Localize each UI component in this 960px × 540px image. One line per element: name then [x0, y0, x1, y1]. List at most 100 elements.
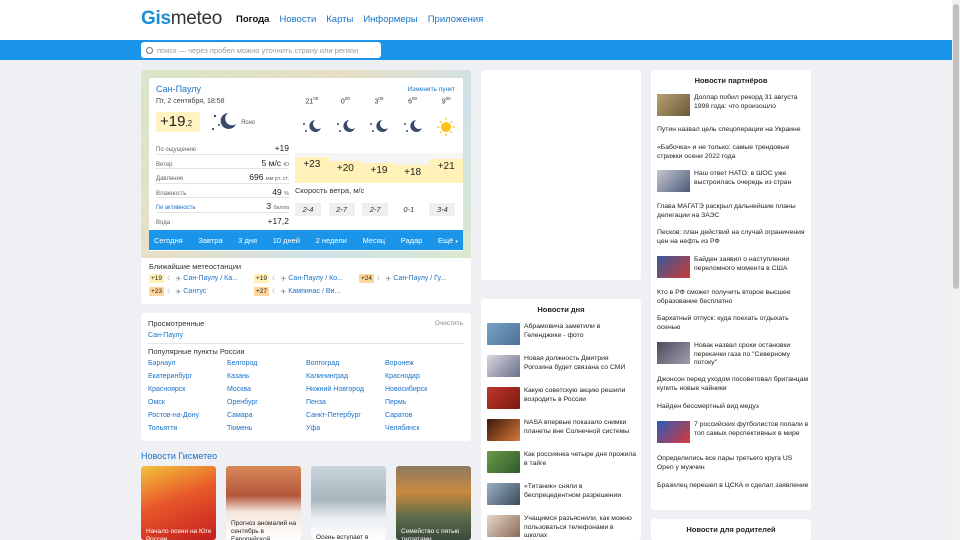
viewed-city[interactable]: Сан-Паулу — [148, 332, 183, 339]
param-wind: Ветер 5 м/с Ю — [156, 155, 289, 169]
city-link[interactable]: Саратов — [385, 412, 464, 425]
city-link[interactable]: Тольятти — [148, 425, 227, 438]
partner-news-item[interactable]: Наш ответ НАТО: в ШОС уже выстроилась оч… — [657, 170, 809, 192]
news-card[interactable]: Осень вступает в свои — [311, 466, 386, 540]
city-link[interactable]: Калининград — [306, 373, 385, 386]
partner-news-item[interactable]: Кто в РФ сможет получить второе высшее о… — [657, 289, 809, 306]
moon-icon: ☾ — [272, 276, 278, 282]
news-item[interactable]: NASA впервые показало снимки планеты вне… — [487, 419, 637, 443]
page-scrollbar[interactable] — [952, 0, 960, 540]
city-link[interactable]: Москва — [227, 386, 306, 399]
nav-informers[interactable]: Информеры — [363, 14, 417, 25]
station-item[interactable]: +27 ☾ ✈ Кампинас / Ви... — [254, 287, 359, 296]
weather-widget: Сан-Паулу Изменить пункт Пт, 2 сентября,… — [141, 70, 471, 304]
tab-3-days[interactable]: 3 дня — [238, 236, 257, 245]
news-thumbnail — [487, 451, 520, 473]
partner-news-item[interactable]: Бразилец перешел в ЦСКА и сделал заявлен… — [657, 482, 809, 491]
city-link[interactable]: Нижний Новгород — [306, 386, 385, 399]
clear-viewed-button[interactable]: Очистить — [435, 320, 463, 327]
partner-news-item[interactable]: 7 российских футболистов попали в топ са… — [657, 421, 809, 443]
station-item[interactable]: +24 ☾ ✈ Сан-Паулу / Гу... — [359, 274, 464, 283]
city-name[interactable]: Сан-Паулу — [156, 84, 201, 94]
forecast-temp: +19 — [362, 163, 396, 183]
search-input[interactable]: поиск — через пробел можно уточнить стра… — [141, 42, 381, 58]
city-link[interactable]: Воронеж — [385, 360, 464, 373]
tab-tomorrow[interactable]: Завтра — [198, 236, 222, 245]
stations-row: +19 ☾ ✈ Сан-Паулу / Ка... +19 ☾ ✈ Сан-Паулу / … — [149, 274, 464, 283]
city-link[interactable]: Омск — [148, 399, 227, 412]
nav-apps[interactable]: Приложения — [428, 14, 484, 25]
forecast-time: 900 — [441, 96, 451, 106]
station-item[interactable]: +23 ☾ ✈ Сантус — [149, 287, 254, 296]
wind-value: 2-7 — [328, 203, 355, 216]
city-link[interactable]: Красноярск — [148, 386, 227, 399]
partner-news-item[interactable]: Джонсон перед уходом посоветовал британц… — [657, 376, 809, 393]
city-link[interactable]: Новосибирск — [385, 386, 464, 399]
change-location-link[interactable]: Изменить пункт — [408, 86, 455, 93]
nav-weather[interactable]: Погода — [236, 14, 269, 25]
news-item[interactable]: Абрамовича заметили в Геленджике - фото — [487, 323, 637, 347]
partner-news-title: Новости партнёров — [694, 76, 768, 85]
city-link[interactable]: Пенза — [306, 399, 385, 412]
forecast-temp: +20 — [328, 161, 363, 183]
tab-2-weeks[interactable]: 2 недели — [316, 236, 347, 245]
partner-news-item[interactable]: Байден заявил о наступлении переломного … — [657, 256, 809, 278]
news-card[interactable]: Прогноз аномалий на сентябрь в Европейск… — [226, 466, 301, 540]
partner-news-item[interactable]: Новак назвал сроки остановки перекачки г… — [657, 342, 809, 368]
tab-more[interactable]: Ещё ▾ — [438, 236, 458, 245]
city-link[interactable]: Самара — [227, 412, 306, 425]
param-humidity: Влажность 49 % — [156, 184, 289, 198]
news-item[interactable]: Учащимся разъяснили, как можно пользоват… — [487, 515, 637, 539]
city-link[interactable]: Тюмень — [227, 425, 306, 438]
city-link[interactable]: Санкт-Петербург — [306, 412, 385, 425]
tab-month[interactable]: Месяц — [362, 236, 385, 245]
station-item[interactable]: +19 ☾ ✈ Сан-Паулу / Ка... — [149, 274, 254, 283]
search-icon — [146, 46, 153, 54]
city-link[interactable]: Уфа — [306, 425, 385, 438]
news-item[interactable]: Какую советскую акцию решили возродить в… — [487, 387, 637, 411]
news-card[interactable]: Семейство с пятью тигрятами — [396, 466, 471, 540]
tab-10-days[interactable]: 10 дней — [273, 236, 300, 245]
partner-news-item[interactable]: Песков: план действий на случай ограниче… — [657, 229, 809, 246]
weather-params: По ощущению +19 Ветер 5 м/с Ю Давление 696 … — [156, 140, 289, 227]
partner-news-item[interactable]: Глава МАГАТЭ раскрыл дальнейшие планы де… — [657, 203, 809, 220]
partner-news-item[interactable]: Путин назвал цель спецоперации на Украин… — [657, 126, 809, 135]
nav-news[interactable]: Новости — [279, 14, 316, 25]
city-link[interactable]: Екатеринбург — [148, 373, 227, 386]
city-link[interactable]: Краснодар — [385, 373, 464, 386]
news-item[interactable]: Как россиянка четыре дня прожила в тайге — [487, 451, 637, 475]
viewed-panel: Просмотренные Очистить Сан-Паулу Популяр… — [141, 313, 471, 441]
city-link[interactable]: Челябинск — [385, 425, 464, 438]
tab-today[interactable]: Сегодня — [154, 236, 183, 245]
forecast-times: 2100 000 300 600 900 — [295, 96, 463, 105]
partner-news-item[interactable]: «Бабочка» и не только: самые трендовые с… — [657, 144, 809, 161]
forecast-time: 300 — [374, 96, 384, 106]
city-link[interactable]: Казань — [227, 373, 306, 386]
news-card[interactable]: Начало осени на Юге России — [141, 466, 216, 540]
gismeteo-logo[interactable]: Gismeteo — [141, 8, 222, 30]
news-item[interactable]: «Титаник» сняли в беспрецедентном разреш… — [487, 483, 637, 507]
city-link[interactable]: Пермь — [385, 399, 464, 412]
gismeteo-news-title[interactable]: Новости Гисметео — [141, 451, 217, 461]
station-item[interactable]: +19 ☾ ✈ Сан-Паулу / Ко... — [254, 274, 359, 283]
partner-news-panel: Новости партнёров Доллар побил рекорд 31… — [651, 70, 811, 510]
city-link[interactable]: Барнаул — [148, 360, 227, 373]
city-link[interactable]: Оренбург — [227, 399, 306, 412]
city-link[interactable]: Белгород — [227, 360, 306, 373]
current-temperature: +19,2 — [156, 112, 200, 132]
tab-radar[interactable]: Радар — [401, 236, 423, 245]
city-link[interactable]: Ростов-на-Дону — [148, 412, 227, 425]
scrollbar-thumb[interactable] — [953, 4, 959, 289]
city-link[interactable]: Волгоград — [306, 360, 385, 373]
partner-news-item[interactable]: Бархатный отпуск: куда поехать отдыхать … — [657, 315, 809, 332]
nav-maps[interactable]: Карты — [326, 14, 353, 25]
weather-panel: Сан-Паулу Изменить пункт Пт, 2 сентября,… — [149, 78, 463, 251]
forecast-temp: +18 — [395, 165, 430, 183]
news-item[interactable]: Новая должность Дмитрия Рогозина будет с… — [487, 355, 637, 379]
news-thumbnail — [487, 515, 520, 537]
plane-icon: ✈ — [280, 275, 287, 283]
partner-news-item[interactable]: Найден бессмертный вид медуз — [657, 403, 809, 412]
partner-news-item[interactable]: Доллар побил рекорд 31 августа 1998 года… — [657, 94, 809, 116]
partner-news-item[interactable]: Определились все пары третьего круга US … — [657, 455, 809, 472]
sun-icon — [429, 118, 463, 136]
